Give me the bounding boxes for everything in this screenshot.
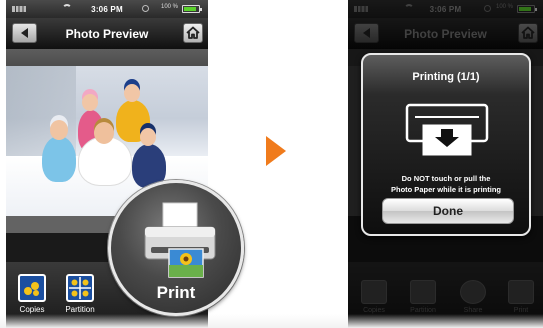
status-bar: 3:06 PM 100 %	[6, 0, 208, 18]
partition-icon	[66, 274, 94, 302]
battery-percent: 100 %	[160, 4, 178, 10]
person-head	[94, 122, 114, 144]
printing-dialog: Printing (1/1) Do NOT touch or pull the …	[361, 53, 531, 236]
orientation-lock-icon	[142, 5, 149, 12]
printer-icon	[144, 202, 216, 278]
copies-label: Copies	[19, 305, 45, 314]
copies-icon	[18, 274, 46, 302]
copies-button[interactable]: Copies	[10, 274, 54, 314]
wifi-icon	[62, 4, 72, 12]
done-button[interactable]: Done	[382, 198, 514, 224]
person-head	[124, 84, 140, 102]
status-time: 3:06 PM	[91, 4, 123, 14]
person-head	[50, 120, 68, 140]
dialog-title: Printing (1/1)	[412, 71, 480, 83]
floor-reflection	[0, 314, 543, 328]
back-button[interactable]	[12, 23, 37, 43]
dialog-message-line1: Do NOT touch or pull the	[401, 174, 491, 183]
home-icon	[186, 26, 200, 39]
battery-icon	[182, 5, 202, 13]
signal-icon	[12, 6, 26, 12]
nav-bar: Photo Preview	[6, 18, 208, 49]
back-arrow-icon	[21, 28, 28, 38]
stage: 3:06 PM 100 % Photo Preview Copies Parti…	[0, 0, 543, 328]
next-step-arrow-icon	[266, 136, 286, 166]
person-head	[140, 128, 156, 146]
print-label: Print	[156, 283, 196, 302]
person-figure	[42, 136, 76, 182]
preview-top-band	[6, 49, 208, 66]
printing-printer-icon	[405, 103, 489, 156]
print-button-magnified[interactable]: Print	[108, 180, 244, 316]
page-title: Photo Preview	[65, 26, 149, 41]
partition-button[interactable]: Partition	[58, 274, 102, 314]
home-button[interactable]	[183, 23, 203, 43]
partition-label: Partition	[65, 305, 95, 314]
person-head	[82, 94, 98, 111]
dialog-message: Do NOT touch or pull the Photo Paper whi…	[371, 173, 521, 195]
dialog-message-line2: Photo Paper while it is printing	[390, 185, 501, 194]
